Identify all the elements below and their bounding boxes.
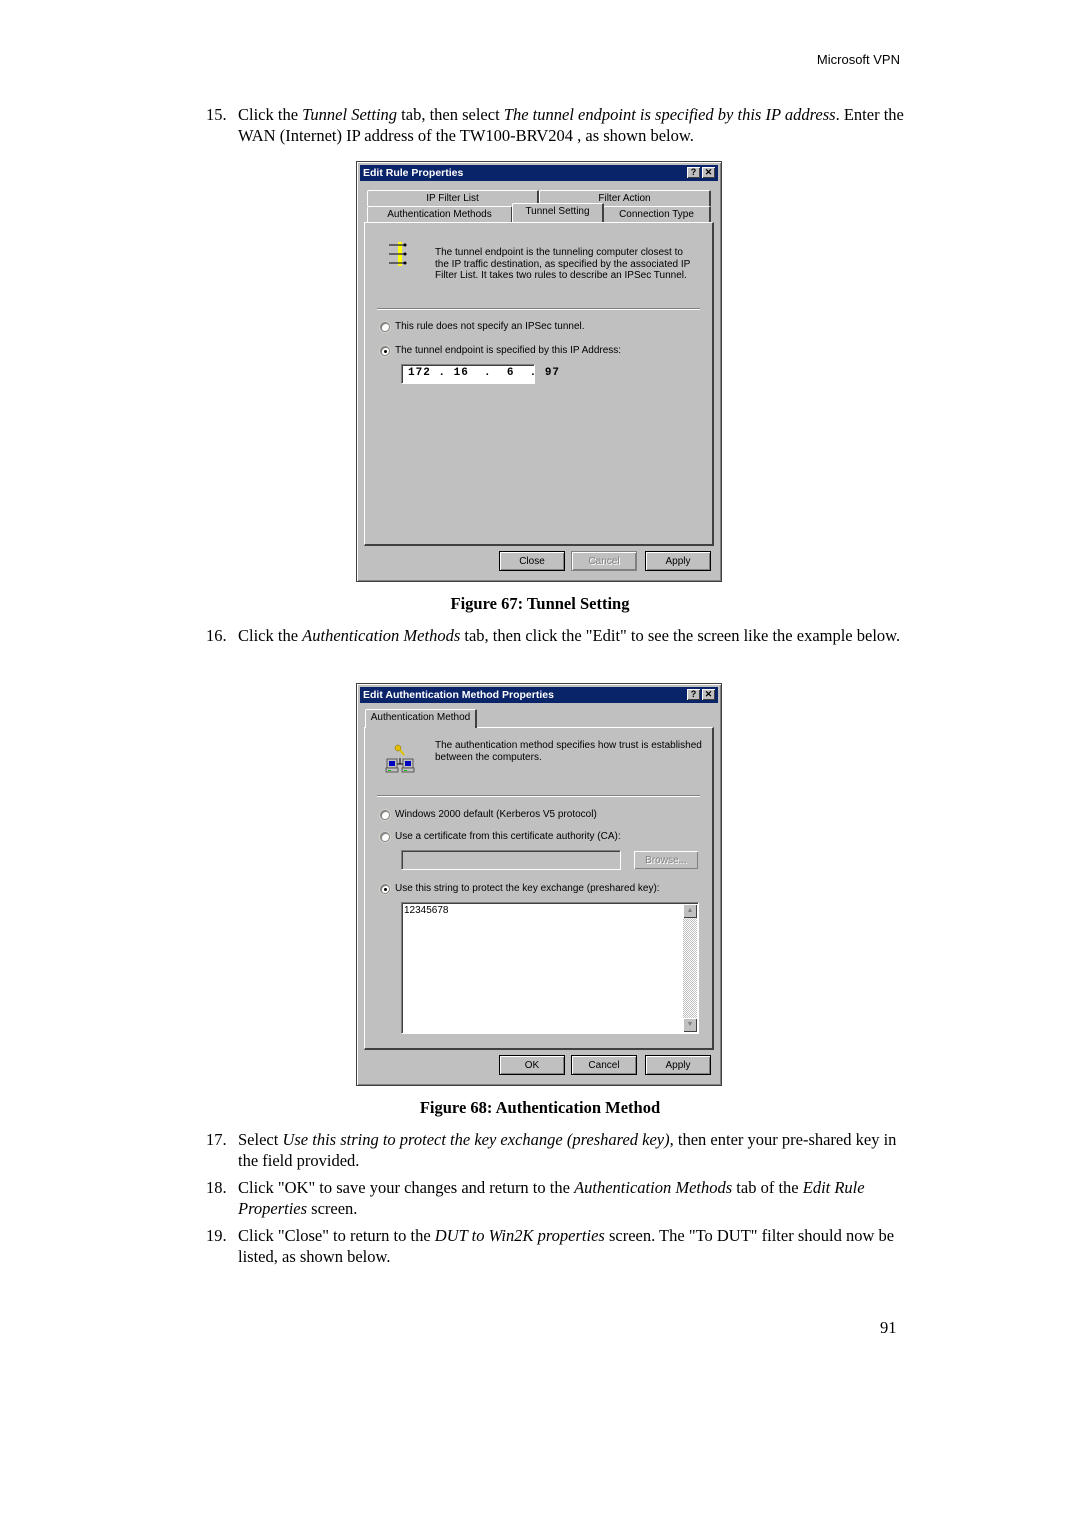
emphasis: The tunnel endpoint is specified by this… [503, 105, 836, 124]
running-header: Microsoft VPN [816, 52, 900, 67]
radio-tunnel-endpoint[interactable] [380, 346, 390, 356]
apply-button[interactable]: Apply [645, 551, 711, 571]
dialog-title: Edit Authentication Method Properties [363, 689, 554, 701]
step-15: 15. Click the Tunnel Setting tab, then s… [206, 104, 906, 146]
step-number: 15. [206, 105, 227, 124]
radio-no-tunnel[interactable] [380, 322, 390, 332]
figure-68-caption: Figure 68: Authentication Method [419, 1098, 661, 1117]
dialog-title: Edit Rule Properties [363, 167, 464, 179]
tab-panel: The tunnel endpoint is the tunneling com… [364, 222, 714, 546]
radio-preshared-key[interactable] [380, 884, 390, 894]
step-19: 19. Click "Close" to return to the DUT t… [206, 1225, 906, 1267]
separator [377, 795, 700, 797]
emphasis: Authentication Methods [302, 626, 461, 645]
step-16: 16. Click the Authentication Methods tab… [206, 625, 906, 646]
help-button[interactable]: ? [687, 167, 700, 178]
text: Select [238, 1130, 283, 1149]
radio-no-tunnel-label: This rule does not specify an IPSec tunn… [395, 321, 585, 332]
text: Click the [238, 105, 303, 124]
vertical-scrollbar[interactable]: ▲ ▼ [683, 904, 697, 1032]
radio-kerberos[interactable] [380, 810, 390, 820]
tunnel-icon [389, 241, 407, 267]
browse-button[interactable]: Browse... [633, 850, 699, 870]
step-18: 18. Click "OK" to save your changes and … [206, 1177, 906, 1219]
tab-connection-type[interactable]: Connection Type [603, 206, 711, 222]
title-bar: Edit Authentication Method Properties ? … [360, 687, 718, 703]
emphasis: DUT to Win2K properties [434, 1226, 605, 1245]
emphasis: Use this string to protect the key excha… [282, 1130, 670, 1149]
radio-preshared-key-label: Use this string to protect the key excha… [395, 883, 660, 894]
step-number: 18. [206, 1178, 227, 1197]
step-number: 17. [206, 1130, 227, 1149]
text: Click "Close" to return to the [238, 1226, 435, 1245]
text: screen. [307, 1199, 358, 1218]
separator [377, 308, 700, 310]
text: tab, then select [397, 105, 504, 124]
edit-authentication-method-dialog: Edit Authentication Method Properties ? … [356, 683, 722, 1086]
radio-kerberos-label: Windows 2000 default (Kerberos V5 protoc… [395, 809, 597, 820]
apply-button[interactable]: Apply [645, 1055, 711, 1075]
close-icon[interactable]: ✕ [702, 689, 715, 700]
ok-button[interactable]: OK [499, 1055, 565, 1075]
radio-certificate[interactable] [380, 832, 390, 842]
tunnel-description: The tunnel endpoint is the tunneling com… [435, 247, 691, 281]
text: tab, then click the "Edit" to see the sc… [460, 626, 901, 645]
certificate-authority-field[interactable] [401, 850, 621, 870]
step-number: 16. [206, 626, 227, 645]
help-button[interactable]: ? [687, 689, 700, 700]
scroll-down-icon[interactable]: ▼ [683, 1018, 697, 1032]
cancel-button[interactable]: Cancel [571, 551, 637, 571]
cancel-button[interactable]: Cancel [571, 1055, 637, 1075]
computers-key-icon [385, 744, 415, 774]
title-bar: Edit Rule Properties ? ✕ [360, 165, 718, 181]
tab-authentication-method[interactable]: Authentication Method [365, 709, 477, 728]
radio-tunnel-endpoint-label: The tunnel endpoint is specified by this… [395, 345, 622, 356]
close-button[interactable]: Close [499, 551, 565, 571]
text: Click the [238, 626, 303, 645]
tab-authentication-methods[interactable]: Authentication Methods [367, 206, 513, 222]
figure-67-caption: Figure 67: Tunnel Setting [450, 594, 630, 613]
edit-rule-properties-dialog: Edit Rule Properties ? ✕ IP Filter List … [356, 161, 722, 582]
text: tab of the [732, 1178, 803, 1197]
step-17: 17. Select Use this string to protect th… [206, 1129, 906, 1171]
tab-panel: The authentication method specifies how … [364, 727, 714, 1050]
preshared-key-value: 12345678 [404, 905, 449, 916]
emphasis: Tunnel Setting [302, 105, 398, 124]
step-number: 19. [206, 1226, 227, 1245]
ip-address-input[interactable]: 172 . 16 . 6 . 97 [401, 364, 559, 384]
radio-certificate-label: Use a certificate from this certificate … [395, 831, 621, 842]
close-icon[interactable]: ✕ [702, 167, 715, 178]
tab-tunnel-setting[interactable]: Tunnel Setting [512, 203, 604, 222]
emphasis: Authentication Methods [574, 1178, 733, 1197]
auth-description: The authentication method specifies how … [435, 740, 702, 763]
text: Click "OK" to save your changes and retu… [238, 1178, 575, 1197]
scroll-up-icon[interactable]: ▲ [683, 904, 697, 918]
page-number: 91 [880, 1318, 897, 1337]
preshared-key-textarea[interactable]: 12345678 ▲ ▼ [401, 902, 699, 1034]
